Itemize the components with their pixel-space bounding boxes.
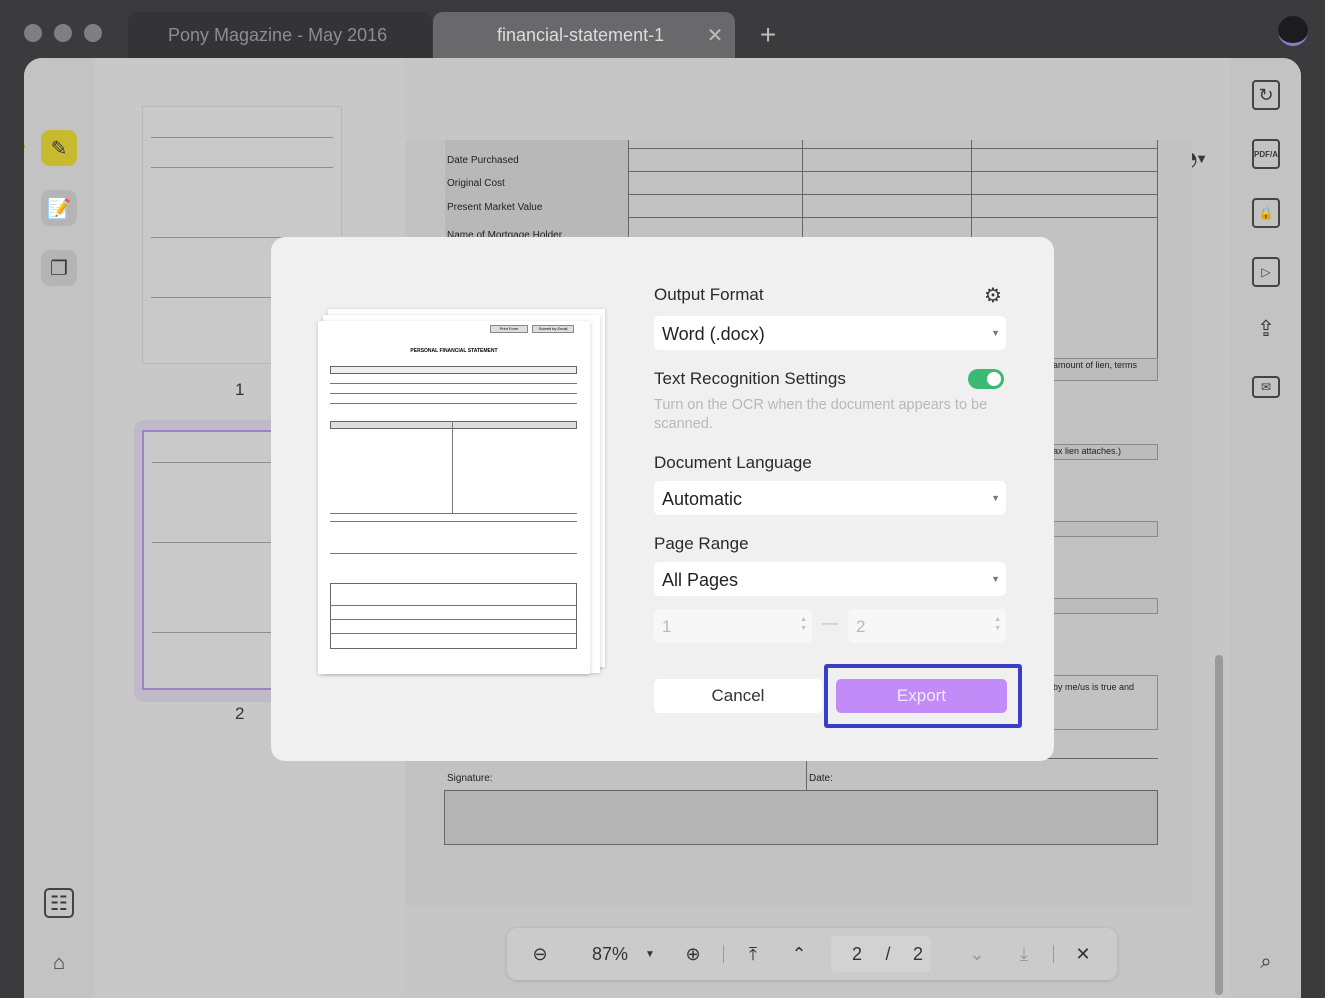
tab-label: Pony Magazine - May 2016 (168, 25, 388, 45)
zoom-window-button[interactable] (84, 24, 102, 42)
stepper-icon[interactable]: ▲ ▼ (800, 615, 807, 633)
next-page-icon[interactable]: ⌄ (967, 928, 987, 980)
pages-icon[interactable]: ❐ (41, 250, 77, 286)
share-icon[interactable]: ⇪ (1252, 314, 1280, 344)
document-language-label: Document Language (654, 453, 812, 472)
range-to-value: 2 (856, 617, 866, 636)
tab-pony-magazine[interactable]: Pony Magazine - May 2016 (128, 12, 432, 58)
page-navigation-bar: ⊖ 87% ▼ ⊕ ⤒ ⌃ 2 / 2 ⌄ ⤓ ✕ (507, 928, 1117, 980)
export-dialog: Print Form Submit by Email PERSONAL FINA… (271, 237, 1054, 761)
selected-value: Word (.docx) (662, 324, 765, 344)
chevron-down-icon: ▼ (991, 574, 1000, 584)
text-fragment: ax lien attaches.) (1053, 446, 1122, 456)
total-pages: 2 (912, 943, 923, 964)
close-window-button[interactable] (24, 24, 42, 42)
zoom-in-icon[interactable]: ⊕ (680, 928, 706, 980)
chevron-down-icon: ▼ (991, 493, 1000, 503)
gear-icon[interactable]: ⚙ (982, 284, 1004, 307)
bookmark-icon[interactable]: ⌂ (44, 948, 74, 978)
zoom-level[interactable]: 87% (585, 928, 635, 980)
range-from-input[interactable]: 1 ▲ ▼ (654, 609, 812, 643)
mail-icon[interactable]: ✉ (1252, 376, 1280, 398)
previous-page-icon[interactable]: ⌃ (789, 928, 809, 980)
edit-icon[interactable]: 📝 (41, 190, 77, 226)
tab-label: financial-statement-1 (497, 25, 665, 45)
document-language-select[interactable]: Automatic ▼ (654, 481, 1006, 515)
current-page[interactable]: 2 (847, 928, 867, 980)
minimize-window-button[interactable] (54, 24, 72, 42)
first-page-icon[interactable]: ⤒ (743, 928, 763, 980)
signature-field[interactable] (444, 790, 1158, 845)
date-label: Date: (809, 773, 833, 784)
cancel-button[interactable]: Cancel (654, 679, 822, 713)
submit-email-button: Submit by Email (532, 325, 574, 333)
thumbnail-label: 2 (235, 704, 245, 723)
zoom-out-icon[interactable]: ⊖ (527, 928, 553, 980)
selected-value: Automatic (662, 489, 743, 509)
range-dash: — (822, 615, 838, 632)
output-format-select[interactable]: Word (.docx) ▼ (654, 316, 1006, 350)
page-range-select[interactable]: All Pages ▼ (654, 562, 1006, 596)
protect-icon[interactable]: 🔒 (1252, 198, 1280, 228)
search-icon[interactable]: ⌕ (1252, 948, 1280, 976)
row-label: Present Market Value (447, 202, 543, 213)
stepper-icon[interactable]: ▲ ▼ (994, 615, 1001, 633)
slideshow-icon[interactable]: ▷ (1252, 257, 1280, 287)
page-range-label: Page Range (654, 534, 749, 553)
ocr-toggle[interactable] (968, 369, 1004, 389)
pdfa-icon[interactable]: PDF/A (1252, 139, 1280, 169)
convert-icon[interactable]: ↻ (1252, 80, 1280, 110)
ocr-help-text: Turn on the OCR when the document appear… (654, 397, 988, 432)
chevron-down-icon: ▼ (991, 328, 1000, 338)
print-form-button: Print Form (490, 325, 528, 333)
page-separator: / (885, 943, 891, 964)
document-preview: Print Form Submit by Email PERSONAL FINA… (318, 321, 590, 674)
highlighter-icon[interactable]: ✎ (41, 130, 77, 166)
preview-title: PERSONAL FINANCIAL STATEMENT (410, 348, 498, 354)
text-fragment: amount of lien, terms (1053, 360, 1138, 370)
selected-value: All Pages (662, 570, 739, 590)
tab-financial-statement[interactable]: financial-statement-1 (433, 12, 735, 58)
row-label: Original Cost (447, 178, 505, 189)
app-logo (1278, 16, 1308, 46)
form-icon[interactable]: ☷ (44, 888, 74, 918)
zoom-dropdown-icon[interactable]: ▼ (643, 928, 657, 980)
close-icon[interactable]: ✕ (1073, 928, 1093, 980)
close-icon[interactable]: ✕ (704, 24, 726, 47)
scrollbar[interactable] (1215, 655, 1223, 995)
row-label: Date Purchased (447, 155, 519, 166)
ocr-label: Text Recognition Settings (654, 369, 846, 388)
range-to-input[interactable]: 2 ▲ ▼ (848, 609, 1006, 643)
thumbnail-label: 1 (235, 380, 245, 399)
signature-label: Signature: (447, 773, 493, 784)
text-fragment: by me/us is true and (1053, 682, 1135, 692)
plus-icon[interactable]: + (756, 19, 780, 50)
range-from-value: 1 (662, 617, 672, 636)
last-page-icon[interactable]: ⤓ (1014, 928, 1034, 980)
export-button[interactable]: Export (836, 679, 1007, 713)
output-format-label: Output Format (654, 285, 764, 304)
